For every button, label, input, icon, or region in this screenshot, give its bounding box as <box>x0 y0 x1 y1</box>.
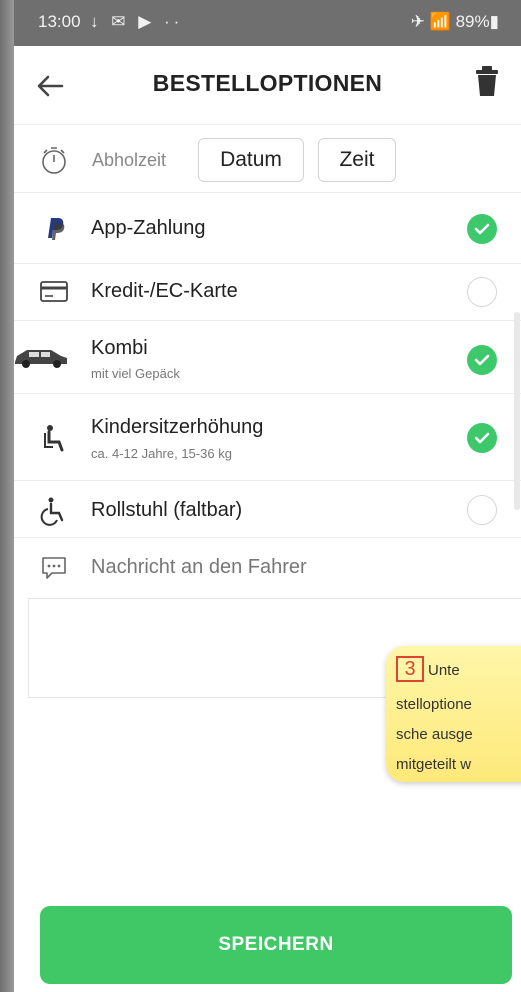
note-text-line: stelloptione <box>396 696 472 713</box>
annotation-note: 3 Unte stelloptione sche ausge mitgeteil… <box>386 646 521 782</box>
option-sublabel: mit viel Gepäck <box>91 366 180 381</box>
message-label: Nachricht an den Fahrer <box>91 556 307 578</box>
date-button[interactable]: Datum <box>198 138 304 182</box>
note-text-line: mitgeteilt w <box>396 756 472 773</box>
checked-icon[interactable] <box>467 214 497 244</box>
checked-icon[interactable] <box>467 423 497 453</box>
credit-card-icon <box>34 272 74 312</box>
option-credit-card[interactable]: Kredit-/EC-Karte <box>14 264 521 320</box>
note-number: 3 <box>396 656 424 682</box>
time-button[interactable]: Zeit <box>318 138 396 182</box>
app-bar: BESTELLOPTIONEN <box>14 46 521 125</box>
trash-icon[interactable] <box>471 62 503 102</box>
notification-icons: ↓ ✉ ▶ ·· <box>90 12 184 31</box>
status-time: 13:00 <box>38 12 81 31</box>
note-text-line: Unte <box>428 662 460 679</box>
page-title: BESTELLOPTIONEN <box>152 70 383 96</box>
message-row: Nachricht an den Fahrer <box>14 538 521 594</box>
timer-icon <box>34 140 74 180</box>
checked-icon[interactable] <box>467 345 497 375</box>
option-booster-seat[interactable]: Kindersitzerhöhung ca. 4-12 Jahre, 15-36… <box>14 394 521 480</box>
option-label: Kredit-/EC-Karte <box>91 280 238 302</box>
note-text-line: sche ausge <box>396 726 473 743</box>
paypal-icon <box>34 207 74 247</box>
unchecked-circle[interactable] <box>467 495 497 525</box>
option-label: Kindersitzerhöhung <box>91 416 264 438</box>
child-seat-icon <box>34 418 74 458</box>
option-sublabel: ca. 4-12 Jahre, 15-36 kg <box>91 446 232 461</box>
option-label: Kombi <box>91 337 148 359</box>
phone-screen: 13:00 ↓ ✉ ▶ ·· ✈ 📶 89%▮ BESTELLOPTIONEN … <box>14 0 521 992</box>
status-bar: 13:00 ↓ ✉ ▶ ·· ✈ 📶 89%▮ <box>14 0 521 46</box>
pickup-row: Abholzeit Datum Zeit <box>14 130 521 190</box>
option-label: Rollstuhl (faltbar) <box>91 499 243 521</box>
car-icon <box>14 337 70 377</box>
option-label: App-Zahlung <box>91 217 206 239</box>
save-button[interactable]: SPEICHERN <box>40 906 512 984</box>
scrollbar[interactable] <box>514 312 520 510</box>
option-wheelchair[interactable]: Rollstuhl (faltbar) <box>14 481 521 537</box>
option-app-payment[interactable]: App-Zahlung <box>14 193 521 263</box>
unchecked-circle[interactable] <box>467 277 497 307</box>
pickup-label: Abholzeit <box>92 150 167 170</box>
option-estate-car[interactable]: Kombi mit viel Gepäck <box>14 321 521 393</box>
chat-bubble-icon <box>34 548 74 588</box>
status-right-icons: ✈ 📶 89%▮ <box>410 12 499 31</box>
wheelchair-icon <box>34 491 74 531</box>
